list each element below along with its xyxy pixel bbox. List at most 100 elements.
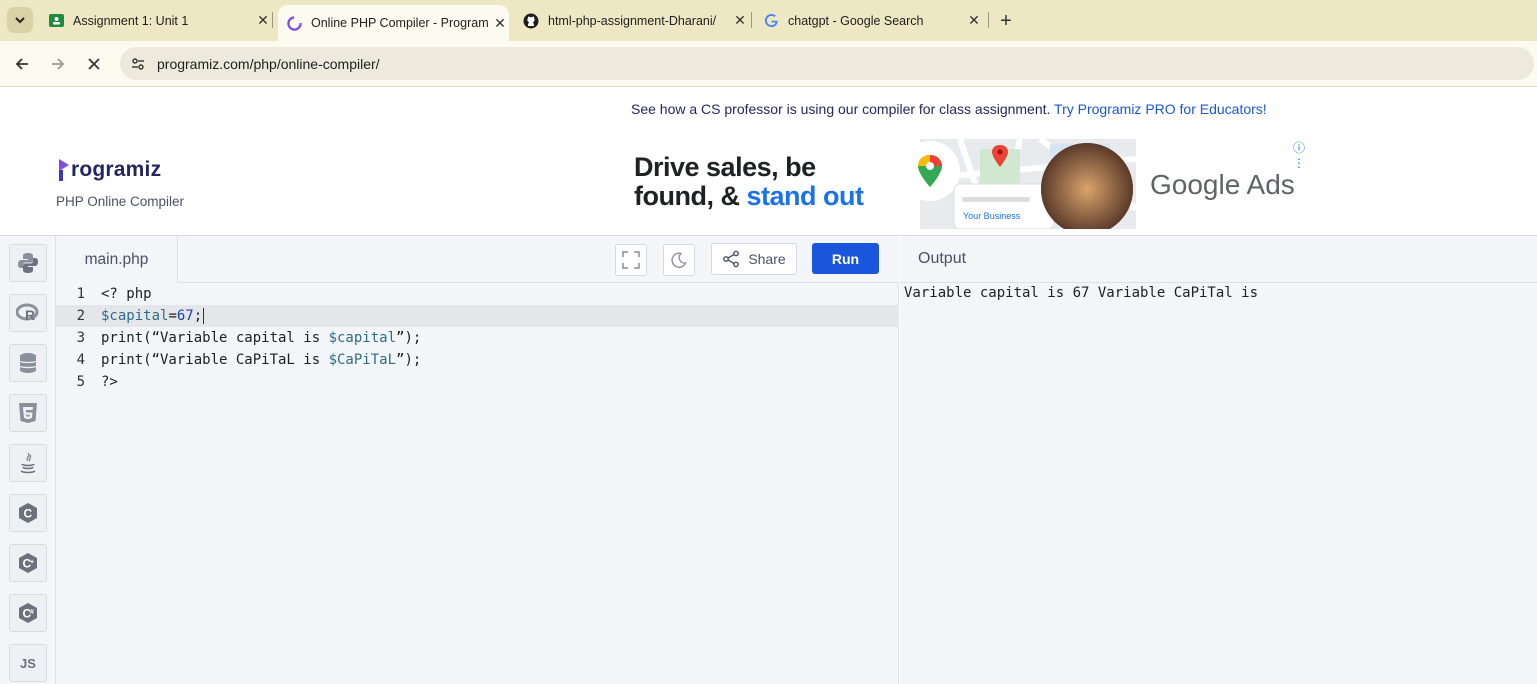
programiz-logo-icon bbox=[59, 159, 69, 181]
lang-sql-button[interactable] bbox=[9, 344, 47, 382]
run-button[interactable]: Run bbox=[812, 243, 879, 274]
output-title: Output bbox=[918, 250, 967, 267]
github-icon bbox=[523, 13, 539, 29]
close-icon[interactable]: ✕ bbox=[731, 12, 749, 30]
close-icon[interactable]: ✕ bbox=[254, 12, 272, 30]
svg-text:R: R bbox=[25, 307, 35, 323]
tab-title: Assignment 1: Unit 1 bbox=[73, 13, 189, 28]
tab-divider bbox=[988, 12, 989, 28]
lang-cpp-button[interactable]: C + bbox=[9, 544, 47, 582]
share-button[interactable]: Share bbox=[711, 243, 797, 275]
code-line: 1 <? php bbox=[56, 283, 899, 305]
python-icon bbox=[18, 253, 38, 273]
back-button[interactable] bbox=[8, 50, 36, 78]
moon-icon bbox=[671, 252, 687, 268]
line-number: 3 bbox=[76, 330, 85, 346]
lang-c-button[interactable]: C bbox=[9, 494, 47, 532]
logo-name: rogramiz bbox=[71, 158, 162, 181]
google-icon bbox=[763, 13, 779, 29]
ad-info-icon[interactable]: ⓘ ⋮ bbox=[1293, 139, 1320, 170]
file-tab-main-php[interactable]: main.php bbox=[56, 236, 178, 283]
code-line: 4 print(“Variable CaPiTaL is $CaPiTaL”); bbox=[56, 349, 899, 371]
tab-github[interactable]: html-php-assignment-Dharani/ ✕ bbox=[515, 0, 749, 41]
ad-headline-line-1: Drive sales, be bbox=[634, 152, 816, 182]
fullscreen-button[interactable] bbox=[615, 244, 647, 276]
r-icon: R bbox=[16, 303, 39, 323]
tab-programiz[interactable]: Online PHP Compiler - Program ✕ bbox=[278, 5, 509, 41]
ad-headline-highlight: stand out bbox=[746, 181, 864, 211]
js-icon: JS bbox=[20, 655, 36, 671]
tab-title: chatgpt - Google Search bbox=[788, 13, 924, 28]
lang-csharp-button[interactable]: C # bbox=[9, 594, 47, 632]
html5-icon bbox=[19, 403, 37, 423]
cpp-icon: C+ bbox=[19, 553, 37, 573]
promo-link[interactable]: Try Programiz PRO for Educators! bbox=[1054, 101, 1267, 117]
ad-headline-line-2: found, & bbox=[634, 181, 747, 211]
lang-r-button[interactable]: R bbox=[9, 294, 47, 332]
line-number: 5 bbox=[76, 374, 85, 390]
c-icon: C bbox=[19, 503, 37, 523]
code-line-current: 2 $capital=67; bbox=[56, 305, 899, 327]
lang-js-button[interactable]: JS bbox=[9, 644, 47, 682]
svg-text:+: + bbox=[30, 559, 34, 566]
line-code: print(“Variable CaPiTaL is $CaPiTaL”); bbox=[101, 352, 422, 368]
arrow-left-icon bbox=[15, 58, 28, 70]
line-number: 1 bbox=[76, 286, 85, 302]
browser-tab-strip: Assignment 1: Unit 1 ✕ Online PHP Compil… bbox=[0, 0, 1537, 41]
tab-divider bbox=[272, 12, 273, 28]
tab-title: Online PHP Compiler - Program bbox=[311, 16, 489, 30]
tab-title: html-php-assignment-Dharani/ bbox=[548, 13, 717, 28]
url-text: programiz.com/php/online-compiler/ bbox=[157, 56, 380, 72]
chevron-down-icon bbox=[15, 17, 25, 24]
classroom-icon bbox=[48, 13, 64, 29]
java-icon bbox=[20, 452, 36, 474]
lang-python-button[interactable] bbox=[9, 244, 47, 282]
output-header: Output bbox=[900, 236, 1537, 283]
line-code: print(“Variable capital is $capital”); bbox=[101, 330, 422, 346]
site-settings-icon[interactable] bbox=[128, 54, 148, 74]
forward-button[interactable] bbox=[44, 50, 72, 78]
close-icon[interactable]: ✕ bbox=[965, 12, 983, 30]
programiz-icon bbox=[286, 15, 302, 31]
share-label: Share bbox=[748, 251, 786, 267]
code-editor[interactable]: 1 <? php 2 $capital=67; 3 print(“Variabl… bbox=[56, 283, 899, 684]
ad-headline: Drive sales, be found, & stand out bbox=[634, 152, 864, 211]
share-icon bbox=[723, 250, 740, 268]
svg-text:C: C bbox=[24, 507, 33, 521]
close-icon[interactable]: ✕ bbox=[491, 14, 509, 32]
address-bar[interactable]: programiz.com/php/online-compiler/ bbox=[120, 47, 1534, 80]
new-tab-button[interactable]: + bbox=[995, 10, 1017, 32]
ad-banner[interactable]: Drive sales, be found, & stand out Your … bbox=[630, 139, 1320, 229]
editor-header: main.php Share Run bbox=[56, 236, 899, 283]
line-code: ?> bbox=[101, 374, 118, 390]
programiz-logo[interactable]: rogramiz bbox=[57, 158, 161, 182]
tab-google-search[interactable]: chatgpt - Google Search ✕ bbox=[755, 0, 983, 41]
stop-loading-button[interactable] bbox=[80, 50, 108, 78]
close-icon bbox=[88, 58, 100, 70]
lang-html-button[interactable] bbox=[9, 394, 47, 432]
output-text: Variable capital is 67 Variable CaPiTal … bbox=[904, 285, 1259, 301]
tab-search-button[interactable] bbox=[7, 7, 33, 33]
language-sidebar: R C C + C # JS bbox=[0, 236, 56, 684]
tab-assignment[interactable]: Assignment 1: Unit 1 ✕ bbox=[40, 0, 272, 41]
line-number: 4 bbox=[76, 352, 85, 368]
promo-banner: See how a CS professor is using our comp… bbox=[631, 101, 1267, 117]
tab-divider bbox=[751, 12, 752, 28]
ad-card-label: Your Business bbox=[963, 211, 1021, 221]
browser-toolbar: programiz.com/php/online-compiler/ bbox=[0, 41, 1537, 87]
compiler-subtitle: PHP Online Compiler bbox=[56, 194, 185, 209]
fullscreen-icon bbox=[622, 251, 640, 269]
google-ads-logo: Google Ads bbox=[1150, 169, 1295, 200]
line-code: $capital=67; bbox=[101, 308, 205, 324]
arrow-right-icon bbox=[52, 58, 65, 70]
line-number: 2 bbox=[76, 308, 85, 324]
csharp-icon: C# bbox=[19, 603, 37, 623]
svg-text:#: # bbox=[30, 609, 34, 616]
lang-java-button[interactable] bbox=[9, 444, 47, 482]
promo-text: See how a CS professor is using our comp… bbox=[631, 101, 1051, 117]
code-line: 5 ?> bbox=[56, 371, 899, 393]
output-panel: Variable capital is 67 Variable CaPiTal … bbox=[900, 283, 1537, 684]
dark-mode-button[interactable] bbox=[663, 244, 695, 276]
code-line: 3 print(“Variable capital is $capital”); bbox=[56, 327, 899, 349]
line-code: <? php bbox=[101, 286, 152, 302]
